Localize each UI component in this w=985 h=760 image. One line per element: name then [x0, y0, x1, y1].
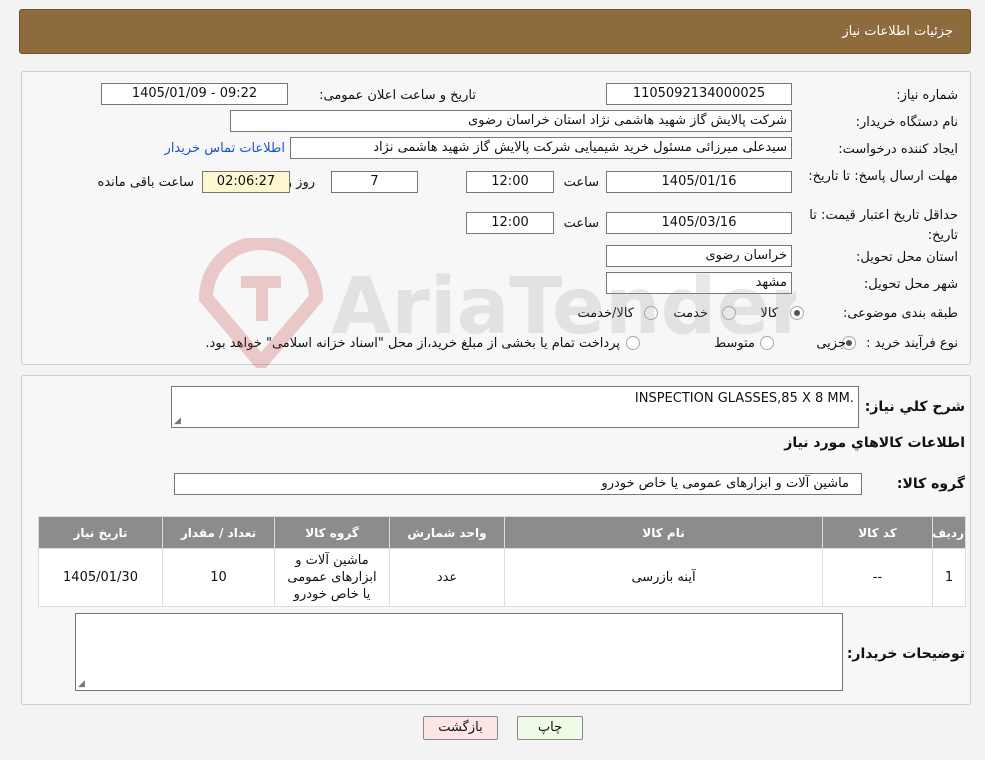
deadline-date-field: 1405/01/16: [606, 171, 792, 193]
buyer-notes-textarea[interactable]: ◢: [75, 613, 843, 691]
info-panel: شماره نیاز: 1105092134000025 تاریخ و ساع…: [21, 71, 971, 365]
resize-grip-icon[interactable]: ◢: [78, 680, 85, 689]
process-option-medium: متوسط: [714, 336, 755, 351]
city-field: مشهد: [606, 272, 792, 294]
page-title: جزئیات اطلاعات نیاز: [842, 24, 953, 39]
cell-goods-group: ماشین آلات و ابزارهای عمومی یا خاص خودرو: [274, 548, 390, 607]
province-field: خراسان رضوی: [606, 245, 792, 267]
buyer-label: نام دستگاه خریدار:: [855, 115, 958, 130]
need-number-field: 1105092134000025: [606, 83, 792, 105]
remaining-time-field: 02:06:27: [202, 171, 290, 193]
col-header-goods-code: کد کالا: [822, 516, 933, 549]
need-number-label: شماره نیاز:: [896, 88, 958, 103]
back-button[interactable]: بازگشت: [423, 716, 498, 740]
category-radio-both[interactable]: [644, 306, 658, 320]
col-header-unit: واحد شمارش: [389, 516, 505, 549]
col-header-row-number: ردیف: [932, 516, 966, 549]
goods-table: ردیف کد کالا نام کالا واحد شمارش گروه کا…: [38, 516, 966, 607]
days-label: روز و: [285, 175, 315, 190]
description-textarea[interactable]: INSPECTION GLASSES,85 X 8 MM. ◢: [171, 386, 859, 428]
validity-label: حداقل تاریخ اعتبار قیمت: تا تاریخ:: [809, 208, 958, 243]
cell-quantity: 10: [162, 548, 275, 607]
category-option-both: کالا/خدمت: [577, 306, 634, 321]
print-button[interactable]: چاپ: [517, 716, 583, 740]
process-radio-medium[interactable]: [760, 336, 774, 350]
page-header: جزئیات اطلاعات نیاز: [19, 9, 971, 54]
deadline-label: مهلت ارسال پاسخ: تا تاریخ:: [808, 169, 958, 184]
cell-goods-name: آینه بازرسی: [504, 548, 823, 607]
cell-need-date: 1405/01/30: [38, 548, 163, 607]
col-header-goods-group: گروه کالا: [274, 516, 390, 549]
validity-date-field: 1405/03/16: [606, 212, 792, 234]
process-radio-treasury[interactable]: [626, 336, 640, 350]
buyer-contact-link[interactable]: اطلاعات تماس خریدار: [165, 141, 285, 156]
city-label: شهر محل تحویل:: [863, 277, 958, 292]
category-option-service: خدمت: [673, 306, 708, 321]
buyer-notes-label: توضیحات خریدار:: [846, 646, 965, 662]
province-label: استان محل تحویل:: [856, 250, 958, 265]
deadline-time-field: 12:00: [466, 171, 554, 193]
cell-goods-code: --: [822, 548, 933, 607]
cell-row-number: 1: [932, 548, 966, 607]
goods-group-label: گروه کالا:: [896, 476, 965, 492]
category-radio-goods[interactable]: [790, 306, 804, 320]
description-text: INSPECTION GLASSES,85 X 8 MM.: [634, 391, 854, 406]
resize-grip-icon[interactable]: ◢: [174, 417, 181, 426]
validity-time-label: ساعت: [563, 216, 599, 231]
cell-unit: عدد: [389, 548, 505, 607]
process-label: نوع فرآیند خرید :: [866, 336, 958, 351]
category-label: طبقه بندی موضوعی:: [842, 306, 958, 321]
deadline-time-label: ساعت: [563, 175, 599, 190]
table-header-row: ردیف کد کالا نام کالا واحد شمارش گروه کا…: [38, 516, 966, 549]
announce-label: تاریخ و ساعت اعلان عمومی:: [319, 88, 476, 103]
announce-field: 1405/01/09 - 09:22: [101, 83, 288, 105]
remaining-label: ساعت باقی مانده: [97, 175, 194, 190]
col-header-goods-name: نام کالا: [504, 516, 823, 549]
buyer-field: شرکت پالایش گاز شهید هاشمی نژاد استان خر…: [230, 110, 792, 132]
process-note: پرداخت تمام یا بخشی از مبلغ خرید،از محل …: [205, 336, 620, 351]
days-field: 7: [331, 171, 418, 193]
creator-field: سیدعلی میرزائی مسئول خرید شیمیایی شرکت پ…: [290, 137, 792, 159]
process-option-minor: جزیی: [816, 336, 846, 351]
creator-label: ایجاد کننده درخواست:: [838, 142, 958, 157]
goods-group-field: ماشین آلات و ابزارهای عمومی یا خاص خودرو: [174, 473, 862, 495]
description-label: شرح کلي نیاز:: [864, 399, 965, 415]
validity-time-field: 12:00: [466, 212, 554, 234]
category-option-goods: کالا: [760, 306, 778, 321]
col-header-need-date: تاریخ نیاز: [38, 516, 163, 549]
category-radio-service[interactable]: [722, 306, 736, 320]
table-row: 1 -- آینه بازرسی عدد ماشین آلات و ابزاره…: [38, 548, 966, 607]
col-header-quantity: تعداد / مقدار: [162, 516, 275, 549]
goods-section-title: اطلاعات کالاهاي مورد نیاز: [784, 435, 965, 451]
